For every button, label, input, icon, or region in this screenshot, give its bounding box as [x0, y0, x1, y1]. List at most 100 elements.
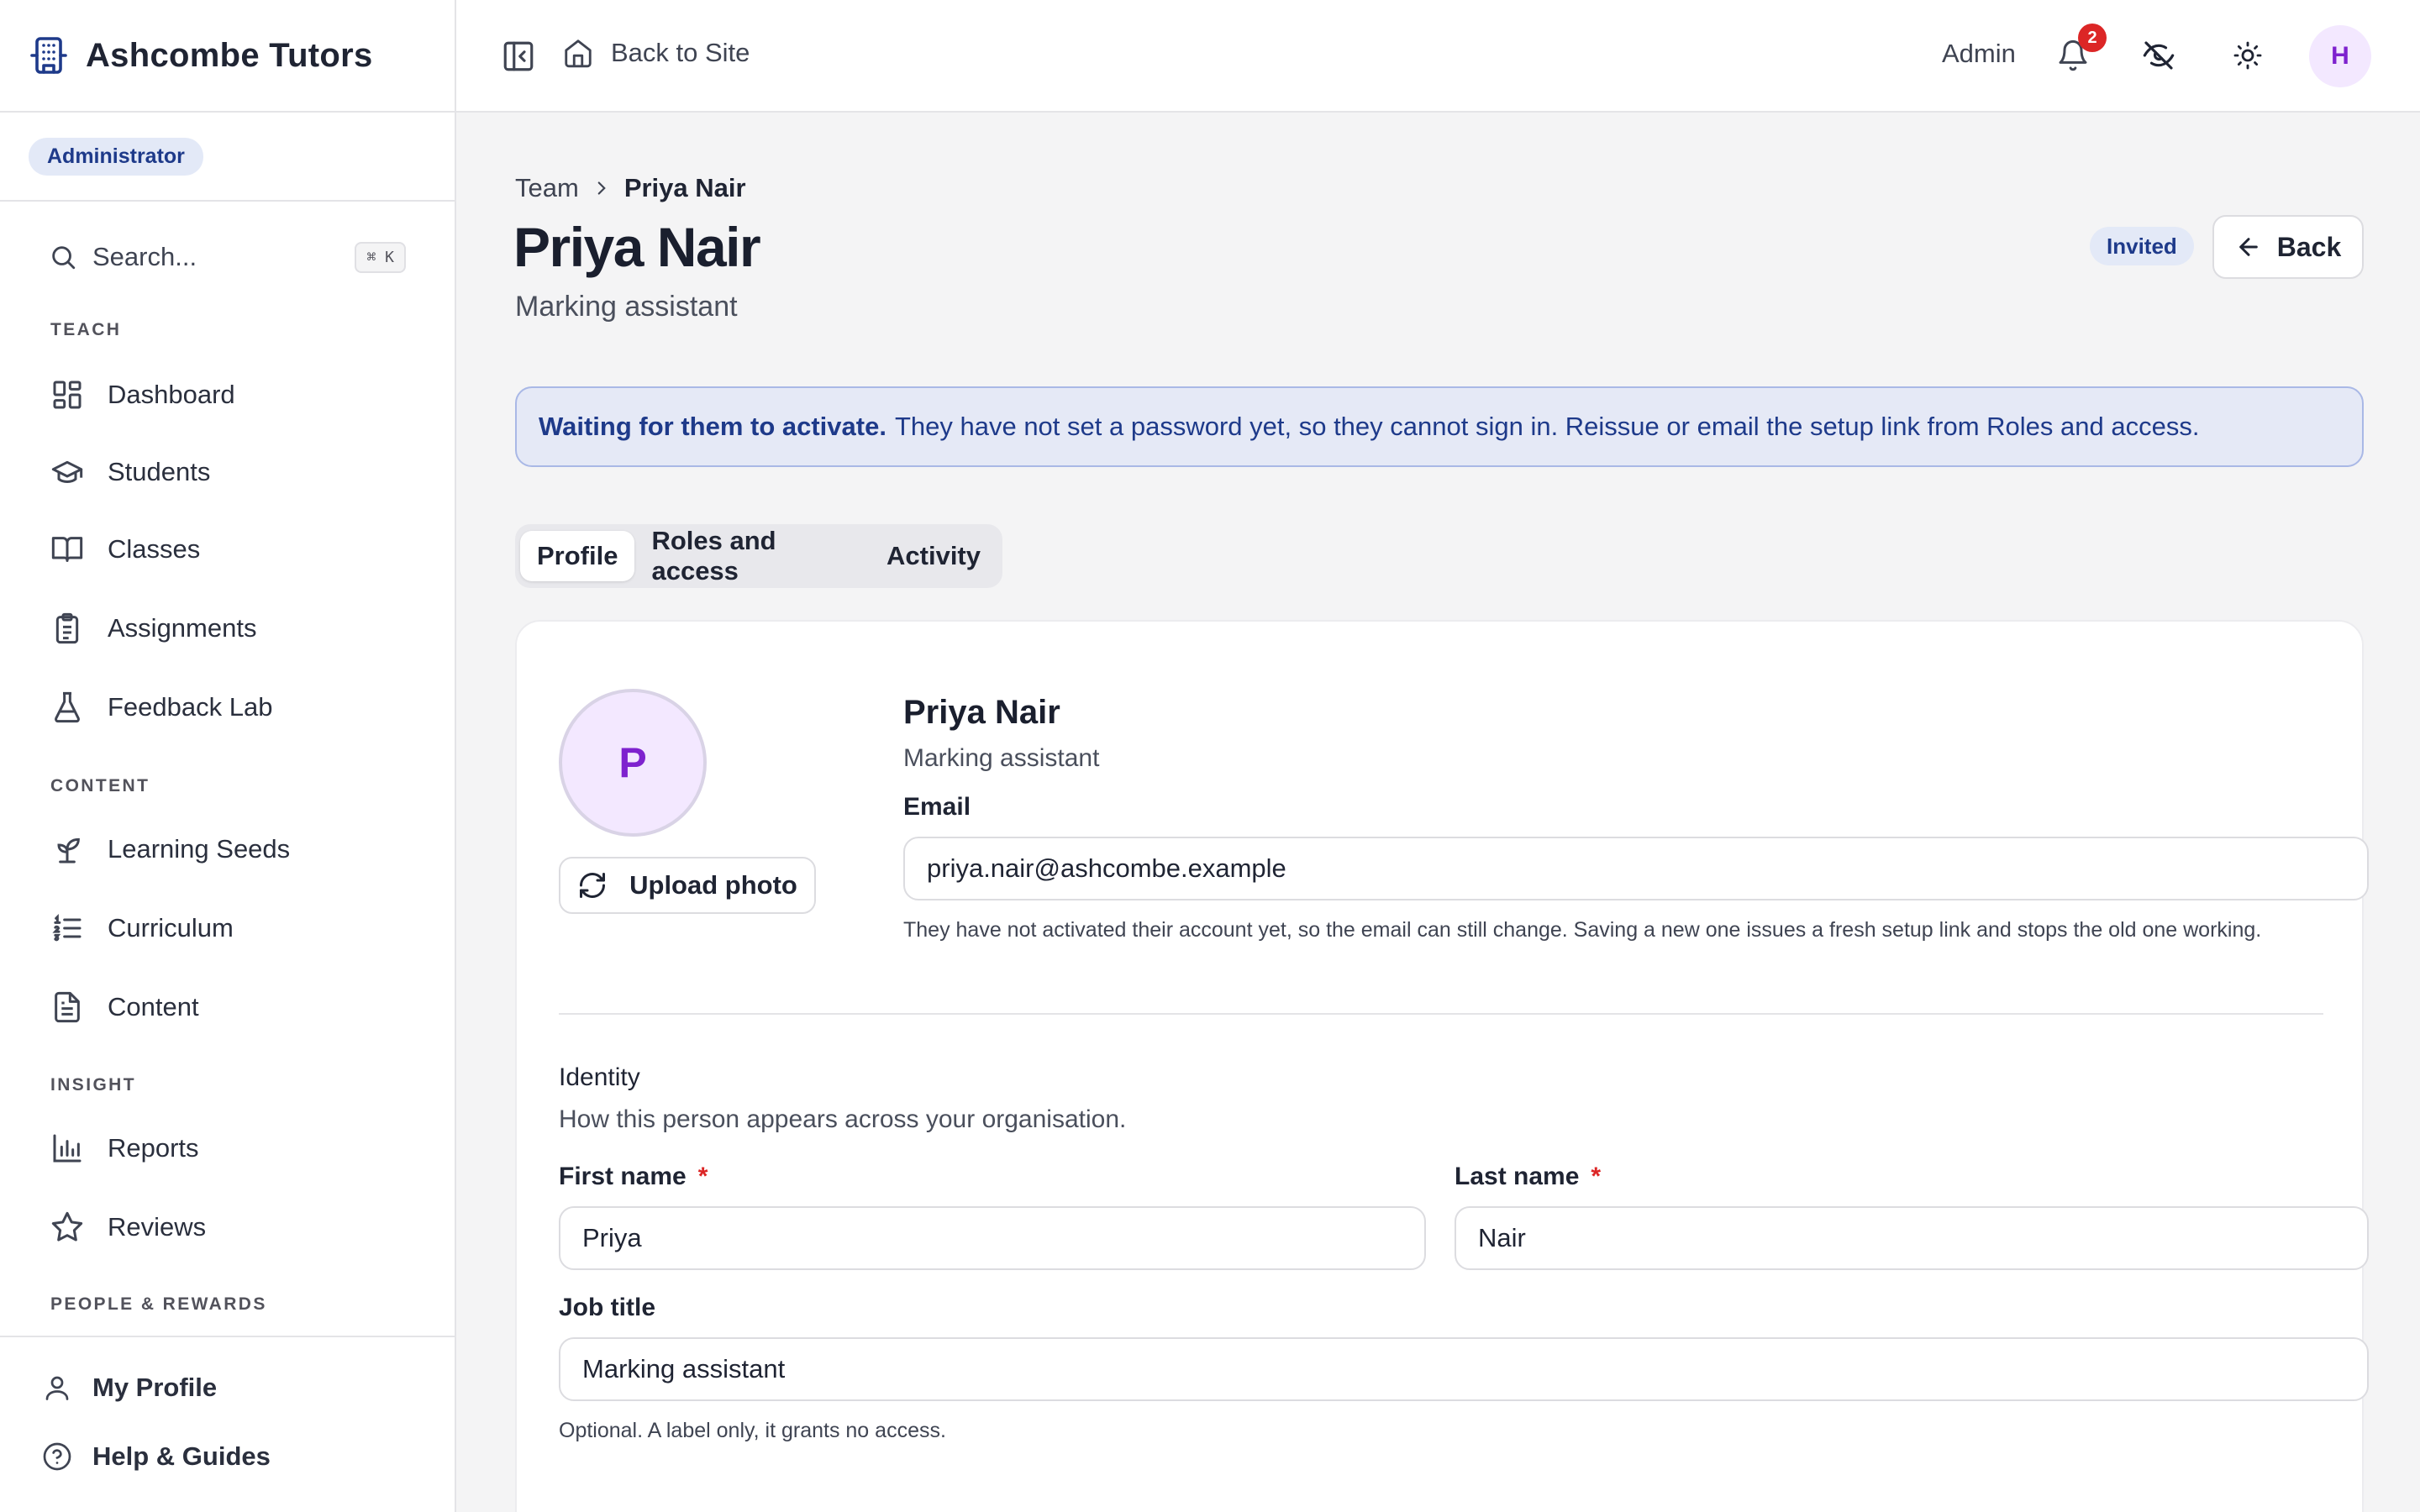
sidebar-item-learning-seeds[interactable]: Learning Seeds: [50, 824, 412, 874]
profile-card: P Upload photo Priya Nair Marking assist…: [515, 620, 2369, 1512]
sidebar-item-dashboard[interactable]: Dashboard: [50, 370, 412, 420]
sidebar-item-label: Classes: [108, 534, 201, 564]
home-icon: [565, 39, 592, 68]
email-help: They have not activated their account ye…: [903, 918, 2262, 942]
refresh-icon: [580, 873, 606, 898]
breadcrumb: Team Priya Nair: [515, 173, 746, 203]
book-open-icon: [51, 537, 83, 562]
brand[interactable]: Ashcombe Tutors: [0, 0, 455, 113]
panel-left-icon: [503, 41, 534, 71]
email-field[interactable]: priya.nair@ashcombe.example: [903, 837, 2369, 900]
dashboard-icon: [53, 381, 82, 409]
first-name-field[interactable]: Priya: [559, 1206, 1426, 1270]
sidebar: Ashcombe Tutors Administrator Search... …: [0, 0, 456, 1512]
tab-list: Profile Roles and access Activity: [515, 524, 1002, 588]
sidebar-item-label: Learning Seeds: [108, 834, 291, 864]
user-icon: [45, 1376, 69, 1400]
sidebar-item-reports[interactable]: Reports: [50, 1123, 412, 1173]
back-to-site-label: Back to Site: [611, 38, 750, 67]
last-name-field[interactable]: Nair: [1455, 1206, 2369, 1270]
sun-icon: [2233, 41, 2262, 70]
sidebar-item-feedback-lab[interactable]: Feedback Lab: [50, 682, 412, 732]
sidebar-item-curriculum[interactable]: Curriculum: [50, 903, 412, 953]
sidebar-item-label: Assignments: [108, 613, 257, 643]
topbar: Back to Site Admin 2 H: [456, 0, 2420, 113]
bar-chart-icon: [53, 1134, 82, 1163]
sidebar-item-classes[interactable]: Classes: [50, 524, 412, 575]
identity-description: How this person appears across your orga…: [559, 1105, 1127, 1133]
arrow-left-icon: [2238, 238, 2258, 256]
sidebar-toggle-button[interactable]: [501, 39, 536, 74]
sidebar-item-label: Dashboard: [108, 380, 235, 409]
back-to-site-link[interactable]: Back to Site: [562, 37, 750, 69]
search-icon: [52, 246, 76, 270]
section-label-people-rewards: PEOPLE & REWARDS: [50, 1294, 267, 1314]
notice-text: They have not set a password yet, so the…: [894, 412, 2200, 441]
section-divider: [559, 1013, 2323, 1015]
notification-count: 2: [2078, 24, 2107, 52]
back-button[interactable]: Back: [2212, 215, 2364, 279]
star-icon: [51, 1211, 83, 1242]
eye-off-icon: [2143, 41, 2175, 70]
status-badge: Invited: [2090, 227, 2194, 265]
email-label: Email: [903, 793, 971, 821]
file-text-icon: [55, 991, 80, 1023]
section-label-teach: TEACH: [50, 320, 122, 339]
activation-notice: Waiting for them to activate. They have …: [515, 386, 2364, 467]
sidebar-item-my-profile[interactable]: My Profile: [42, 1373, 217, 1403]
first-name-label: First name *: [559, 1163, 708, 1191]
upload-photo-button[interactable]: Upload photo: [559, 857, 816, 914]
sidebar-item-label: My Profile: [92, 1373, 218, 1402]
job-title-label: Job title: [559, 1294, 656, 1321]
sidebar-footer: My Profile Help & Guides: [0, 1336, 455, 1512]
profile-name: Priya Nair: [903, 694, 1060, 731]
list-ordered-icon: [52, 914, 82, 942]
notice-strong: Waiting for them to activate.: [539, 412, 886, 441]
sidebar-item-label: Feedback Lab: [108, 692, 273, 722]
last-name-label: Last name *: [1455, 1163, 1601, 1191]
back-button-label: Back: [2276, 231, 2342, 262]
role-row: Administrator: [0, 113, 455, 202]
visibility-toggle-button[interactable]: [2142, 39, 2175, 72]
tab-profile[interactable]: Profile: [520, 531, 635, 581]
sidebar-item-help-guides[interactable]: Help & Guides: [42, 1441, 271, 1472]
sidebar-search[interactable]: Search... ⌘ K: [49, 235, 406, 279]
help-circle-icon: [43, 1442, 71, 1471]
notifications-button[interactable]: 2: [2056, 24, 2107, 72]
clipboard-icon: [55, 612, 79, 644]
main-content: Team Priya Nair Priya Nair Marking assis…: [456, 114, 2420, 1512]
building-icon: [30, 37, 67, 74]
required-mark: *: [697, 1163, 708, 1190]
breadcrumb-team-link[interactable]: Team: [515, 173, 579, 203]
first-name-label-text: First name: [559, 1163, 687, 1190]
tab-roles-and-access[interactable]: Roles and access: [634, 516, 870, 596]
app-name: Ashcombe Tutors: [86, 36, 373, 74]
profile-role: Marking assistant: [903, 744, 1100, 772]
page-title: Priya Nair: [513, 216, 761, 278]
job-title-field[interactable]: Marking assistant: [559, 1337, 2369, 1401]
sprout-icon: [57, 837, 80, 864]
role-badge: Administrator: [29, 137, 203, 176]
user-avatar[interactable]: H: [2309, 25, 2371, 87]
search-shortcut: ⌘ K: [355, 241, 406, 273]
theme-toggle-button[interactable]: [2233, 40, 2263, 71]
sidebar-item-assignments[interactable]: Assignments: [50, 603, 412, 654]
sidebar-item-label: Help & Guides: [92, 1441, 271, 1471]
graduation-cap-icon: [51, 460, 83, 483]
sidebar-item-label: Content: [108, 992, 199, 1021]
flask-icon: [55, 691, 80, 723]
required-mark: *: [1591, 1163, 1602, 1190]
sidebar-item-reviews[interactable]: Reviews: [50, 1202, 412, 1252]
profile-avatar: P: [559, 689, 707, 837]
section-label-content: CONTENT: [50, 776, 150, 795]
sidebar-item-content[interactable]: Content: [50, 982, 412, 1032]
last-name-label-text: Last name: [1455, 1163, 1580, 1190]
page-subtitle: Marking assistant: [515, 291, 738, 323]
tab-activity[interactable]: Activity: [870, 531, 997, 581]
sidebar-item-label: Curriculum: [108, 913, 234, 942]
upload-photo-label: Upload photo: [629, 870, 797, 900]
section-label-insight: INSIGHT: [50, 1075, 136, 1095]
identity-title: Identity: [559, 1063, 640, 1091]
mode-label: Admin: [1942, 39, 2016, 69]
sidebar-item-students[interactable]: Students: [50, 447, 412, 497]
